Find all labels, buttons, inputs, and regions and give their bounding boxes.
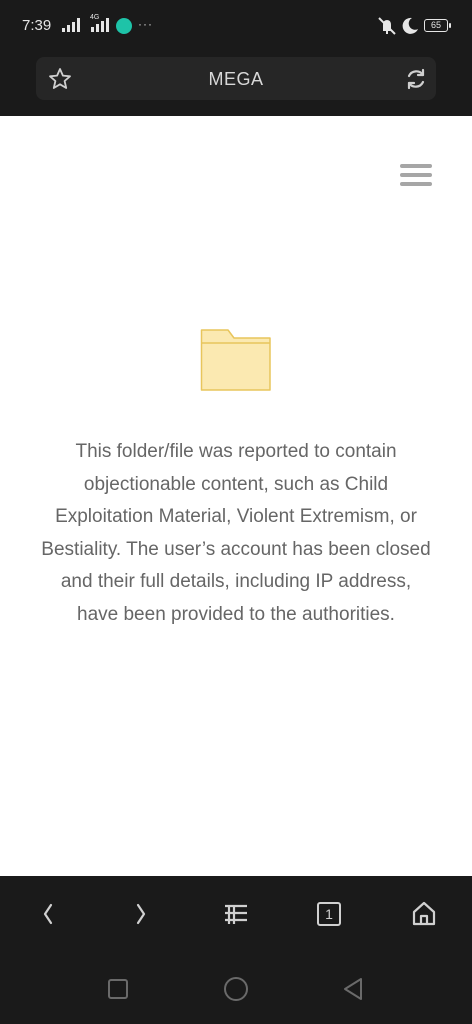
forward-icon[interactable] xyxy=(125,898,157,930)
status-time: 7:39 xyxy=(22,17,52,34)
home-circle-icon[interactable] xyxy=(223,976,249,1002)
app-notification-icon xyxy=(116,18,132,34)
tab-count: 1 xyxy=(317,902,341,926)
back-triangle-icon[interactable] xyxy=(340,976,366,1002)
back-icon[interactable] xyxy=(32,898,64,930)
moon-icon xyxy=(401,17,419,40)
status-bar: 7:39 4G ··· 65 xyxy=(0,0,472,52)
reported-content-message: This folder/file was reported to contain… xyxy=(41,441,431,625)
menu-lines-icon[interactable] xyxy=(220,898,252,930)
reload-icon[interactable] xyxy=(404,67,428,91)
battery-icon: 65 xyxy=(424,19,451,32)
browser-bottom-nav: 1 xyxy=(0,876,472,954)
more-notifications-indicator: ··· xyxy=(138,17,153,31)
vibrate-mute-icon xyxy=(377,17,397,40)
page-title: MEGA xyxy=(208,69,264,89)
browser-toolbar: MEGA xyxy=(0,52,472,116)
signal-icon xyxy=(62,18,80,37)
system-nav-bar xyxy=(0,954,472,1024)
home-icon[interactable] xyxy=(408,898,440,930)
hamburger-menu-icon[interactable] xyxy=(400,164,434,188)
address-bar[interactable]: MEGA xyxy=(36,57,436,100)
tabs-icon[interactable]: 1 xyxy=(313,898,345,930)
signal-4g-icon xyxy=(88,15,110,37)
recents-square-icon[interactable] xyxy=(105,976,131,1002)
folder-icon xyxy=(200,328,272,397)
web-page: This folder/file was reported to contain… xyxy=(0,116,472,876)
